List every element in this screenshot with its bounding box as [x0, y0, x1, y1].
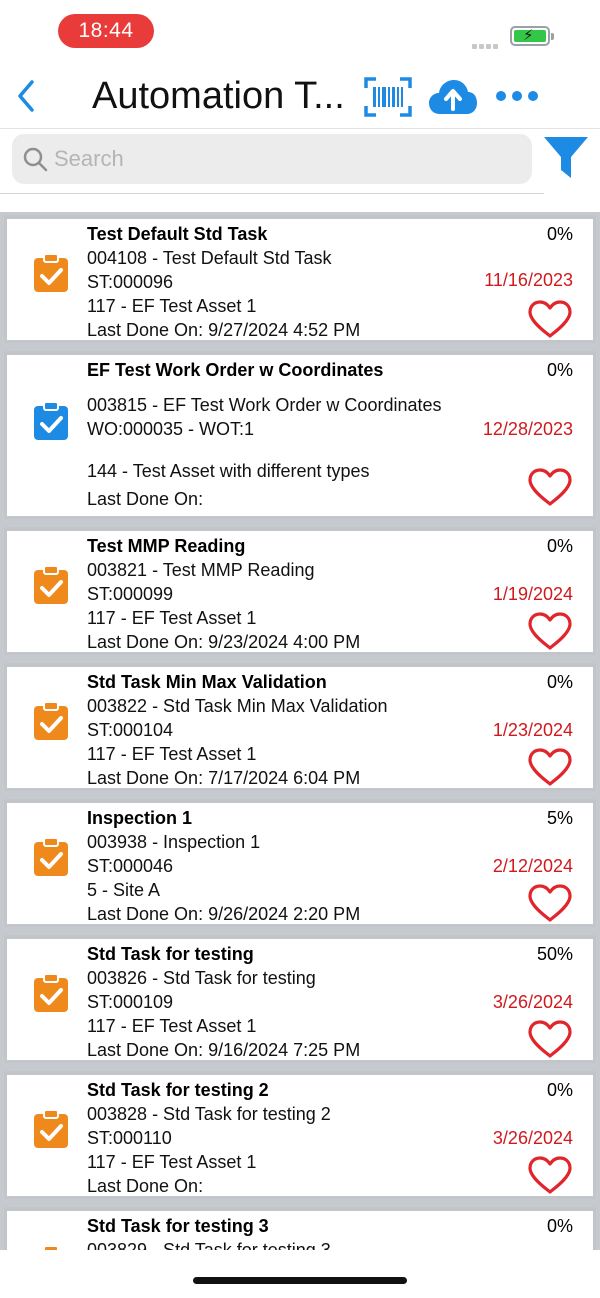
task-asset: 117 - EF Test Asset 1: [87, 1016, 257, 1036]
favorite-heart-icon[interactable]: [527, 1019, 573, 1059]
task-asset: 117 - EF Test Asset 1: [87, 296, 257, 316]
header-divider: [0, 128, 600, 129]
task-progress-percent: 0%: [546, 672, 573, 692]
task-due-date: 11/16/2023: [484, 270, 573, 290]
task-card[interactable]: Std Task Min Max Validation 003822 - Std …: [4, 663, 596, 791]
filter-funnel-icon: [544, 137, 588, 178]
task-progress-percent: 0%: [546, 1080, 573, 1100]
task-title: Std Task for testing: [87, 944, 254, 964]
task-progress-percent: 0%: [546, 1216, 573, 1236]
task-due-date: 1/19/2024: [492, 584, 573, 604]
task-code: ST:000109: [87, 992, 174, 1012]
task-due-date: 2/12/2024: [492, 856, 573, 876]
barcode-scan-icon: [364, 77, 412, 117]
task-due-date: 3/26/2024: [492, 1128, 573, 1148]
back-button[interactable]: [12, 76, 42, 116]
search-bar[interactable]: [12, 134, 532, 184]
favorite-heart-icon[interactable]: [527, 1155, 573, 1195]
task-card[interactable]: EF Test Work Order w Coordinates 003815 -…: [4, 351, 596, 519]
task-number: 003822 - Std Task Min Max Validation: [87, 696, 388, 716]
task-code: ST:000104: [87, 720, 174, 740]
cloud-upload-button[interactable]: [428, 78, 478, 116]
task-card[interactable]: Std Task for testing 3 003829 - Std Task …: [4, 1207, 596, 1250]
favorite-heart-icon[interactable]: [527, 611, 573, 651]
filter-button[interactable]: [542, 134, 590, 180]
task-last-done: Last Done On: 9/16/2024 7:25 PM: [87, 1040, 361, 1060]
task-code: ST:000096: [87, 272, 174, 292]
task-title: Std Task for testing 2: [87, 1080, 269, 1100]
task-card[interactable]: Std Task for testing 2 003828 - Std Task …: [4, 1071, 596, 1199]
task-title: EF Test Work Order w Coordinates: [87, 360, 384, 380]
clipboard-check-icon: [33, 837, 69, 877]
clipboard-check-icon: [33, 701, 69, 741]
task-code: ST:000110: [87, 1128, 172, 1148]
task-last-done: Last Done On: 9/26/2024 2:20 PM: [87, 904, 361, 924]
clipboard-check-icon: [33, 565, 69, 605]
search-input[interactable]: [54, 140, 514, 178]
task-card[interactable]: Test Default Std Task 004108 - Test Defau…: [4, 215, 596, 343]
search-icon: [23, 147, 48, 172]
task-title: Test MMP Reading: [87, 536, 246, 556]
task-due-date: 12/28/2023: [482, 419, 573, 439]
task-progress-percent: 5%: [546, 808, 573, 828]
task-last-done: Last Done On: 9/23/2024 4:00 PM: [87, 632, 361, 652]
page-title: Automation T...: [92, 75, 345, 117]
status-time: 18:44: [58, 14, 154, 48]
more-options-button[interactable]: [494, 86, 540, 106]
task-last-done: Last Done On:: [87, 489, 204, 509]
task-progress-percent: 0%: [546, 360, 573, 380]
clipboard-check-icon: [33, 253, 69, 293]
task-number: 003828 - Std Task for testing 2: [87, 1104, 331, 1124]
task-code: ST:000099: [87, 584, 174, 604]
task-number: 003821 - Test MMP Reading: [87, 560, 315, 580]
task-due-date: 1/23/2024: [492, 720, 573, 740]
task-title: Std Task Min Max Validation: [87, 672, 327, 692]
task-asset: 117 - EF Test Asset 1: [87, 608, 257, 628]
task-asset: 5 - Site A: [87, 880, 161, 900]
favorite-heart-icon[interactable]: [527, 299, 573, 339]
clipboard-check-icon: [33, 1245, 69, 1250]
search-divider: [0, 193, 544, 194]
task-card[interactable]: Std Task for testing 003826 - Std Task fo…: [4, 935, 596, 1063]
task-title: Test Default Std Task: [87, 224, 268, 244]
favorite-heart-icon[interactable]: [527, 747, 573, 787]
task-number: 003938 - Inspection 1: [87, 832, 261, 852]
home-indicator[interactable]: [193, 1277, 407, 1284]
more-dots-icon: [496, 91, 538, 101]
task-progress-percent: 0%: [546, 224, 573, 244]
favorite-heart-icon[interactable]: [527, 467, 573, 507]
task-list[interactable]: Test Default Std Task 004108 - Test Defau…: [0, 212, 600, 1250]
nav-bar: Automation T...: [0, 62, 600, 128]
cloud-upload-icon: [429, 80, 477, 114]
task-asset: 144 - Test Asset with different types: [87, 461, 370, 481]
clipboard-check-icon: [33, 973, 69, 1013]
task-code: WO:000035 - WOT:1: [87, 419, 255, 439]
task-card[interactable]: Test MMP Reading 003821 - Test MMP Readin…: [4, 527, 596, 655]
task-asset: 117 - EF Test Asset 1: [87, 1152, 257, 1172]
task-last-done: Last Done On: 9/27/2024 4:52 PM: [87, 320, 361, 340]
back-chevron-icon: [18, 80, 34, 112]
task-title: Inspection 1: [87, 808, 193, 828]
task-due-date: 3/26/2024: [492, 992, 573, 1012]
task-number: 003826 - Std Task for testing: [87, 968, 316, 988]
status-bar: 18:44 ⚡: [0, 0, 600, 62]
clipboard-check-icon: [33, 1109, 69, 1149]
task-card[interactable]: Inspection 1 003938 - Inspection 1 ST:0000…: [4, 799, 596, 927]
task-last-done: Last Done On: 7/17/2024 6:04 PM: [87, 768, 361, 788]
favorite-heart-icon[interactable]: [527, 883, 573, 923]
task-progress-percent: 50%: [536, 944, 573, 964]
task-last-done: Last Done On:: [87, 1176, 204, 1196]
task-title: Std Task for testing 3: [87, 1216, 269, 1236]
battery-charging-icon: ⚡: [510, 26, 554, 46]
task-code: ST:000046: [87, 856, 174, 876]
clipboard-check-icon: [33, 401, 69, 441]
task-asset: 117 - EF Test Asset 1: [87, 744, 257, 764]
cellular-signal-icon: [472, 36, 504, 49]
barcode-scan-button[interactable]: [364, 76, 412, 118]
task-progress-percent: 0%: [546, 536, 573, 556]
task-number: 004108 - Test Default Std Task: [87, 248, 332, 268]
task-number: 003829 - Std Task for testing 3: [87, 1240, 331, 1250]
task-number: 003815 - EF Test Work Order w Coordinate…: [87, 395, 442, 415]
